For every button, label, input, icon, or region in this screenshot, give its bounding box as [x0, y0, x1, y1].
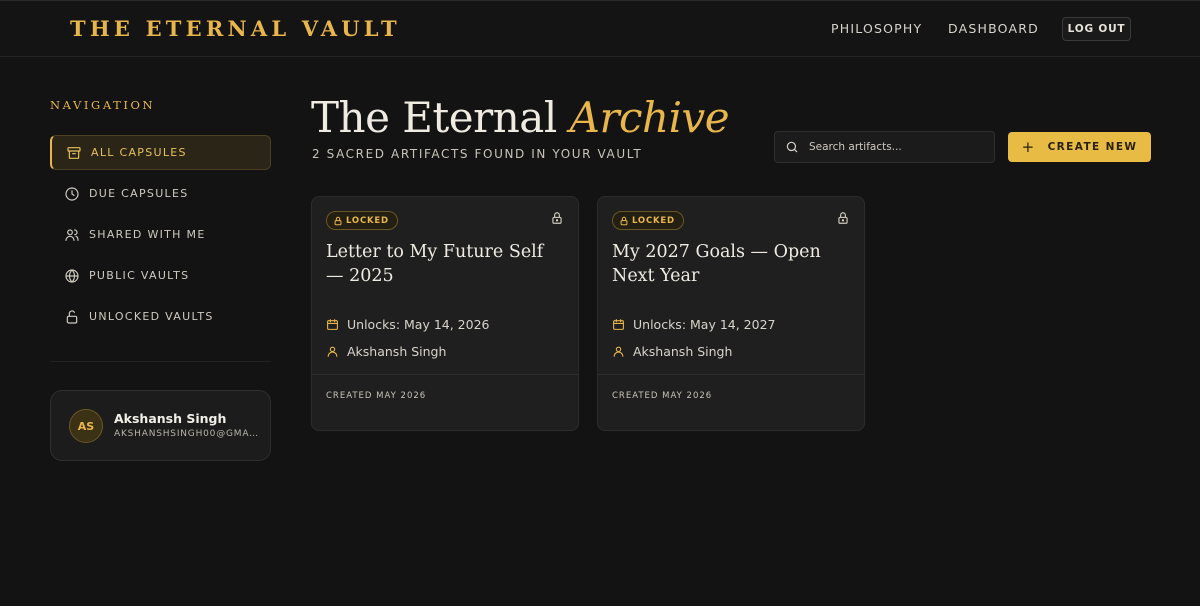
lock-icon: [620, 216, 628, 225]
unlock-icon: [64, 309, 80, 325]
status-badge-label: LOCKED: [632, 215, 675, 226]
lock-icon: [838, 212, 848, 224]
card-author-name: Akshansh Singh: [347, 344, 447, 359]
unlock-date-text: Unlocks: May 14, 2026: [347, 317, 490, 332]
sidebar-divider: [50, 361, 271, 362]
status-badge: LOCKED: [612, 211, 684, 230]
sidebar-heading: NAVIGATION: [50, 98, 156, 112]
card-divider: [312, 374, 578, 375]
user-profile-card[interactable]: AS Akshansh Singh AKSHANSHSINGH00@GMA...: [50, 390, 271, 461]
create-new-button[interactable]: + CREATE NEW: [1008, 132, 1151, 162]
unlock-date: Unlocks: May 14, 2026: [326, 317, 489, 332]
create-new-label: CREATE NEW: [1047, 141, 1138, 153]
capsule-card[interactable]: LOCKED My 2027 Goals — Open Next Year Un…: [597, 196, 865, 431]
sidebar-item-all-capsules[interactable]: ALL CAPSULES: [50, 135, 271, 170]
logout-button[interactable]: LOG OUT: [1062, 17, 1131, 41]
card-author: Akshansh Singh: [326, 344, 446, 359]
sidebar-item-label: SHARED WITH ME: [89, 228, 206, 241]
sidebar-item-public-vaults[interactable]: PUBLIC VAULTS: [50, 258, 271, 293]
plus-icon: +: [1021, 138, 1036, 156]
search-box[interactable]: [774, 131, 995, 163]
capsule-card[interactable]: LOCKED Letter to My Future Self — 2025 U…: [311, 196, 579, 431]
status-badge: LOCKED: [326, 211, 398, 230]
brand-logo[interactable]: THE ETERNAL VAULT: [70, 16, 401, 41]
user-email: AKSHANSHSINGH00@GMA...: [114, 429, 259, 439]
search-icon: [786, 141, 798, 153]
user-name: Akshansh Singh: [114, 411, 227, 426]
globe-icon: [64, 268, 80, 284]
page-subtitle: 2 SACRED ARTIFACTS FOUND IN YOUR VAULT: [312, 147, 643, 161]
card-created: CREATED MAY 2026: [612, 391, 713, 401]
status-badge-label: LOCKED: [346, 215, 389, 226]
card-author: Akshansh Singh: [612, 344, 732, 359]
card-author-name: Akshansh Singh: [633, 344, 733, 359]
card-title: Letter to My Future Self — 2025: [326, 242, 544, 286]
sidebar-item-label: PUBLIC VAULTS: [89, 269, 190, 282]
page-title-plain: The Eternal: [311, 93, 557, 142]
avatar: AS: [69, 409, 103, 443]
card-title: My 2027 Goals — Open Next Year: [612, 242, 821, 286]
calendar-icon: [327, 319, 338, 330]
nav-philosophy[interactable]: PHILOSOPHY: [831, 21, 922, 36]
sidebar-item-label: UNLOCKED VAULTS: [89, 310, 214, 323]
card-divider: [598, 374, 864, 375]
user-icon: [327, 346, 338, 357]
top-navbar: THE ETERNAL VAULT PHILOSOPHY DASHBOARD L…: [0, 0, 1200, 57]
user-icon: [613, 346, 624, 357]
page-title-accent: Archive: [569, 93, 730, 142]
sidebar-item-label: ALL CAPSULES: [91, 146, 187, 159]
unlock-date-text: Unlocks: May 14, 2027: [633, 317, 776, 332]
sidebar-item-label: DUE CAPSULES: [89, 187, 189, 200]
card-created: CREATED MAY 2026: [326, 391, 427, 401]
archive-icon: [66, 145, 82, 161]
calendar-icon: [613, 319, 624, 330]
lock-icon: [334, 216, 342, 225]
search-input[interactable]: [809, 141, 979, 153]
sidebar-item-shared-with-me[interactable]: SHARED WITH ME: [50, 217, 271, 252]
sidebar-item-due-capsules[interactable]: DUE CAPSULES: [50, 176, 271, 211]
unlock-date: Unlocks: May 14, 2027: [612, 317, 775, 332]
lock-icon: [552, 212, 562, 224]
page-title: The Eternal Archive: [311, 93, 730, 142]
nav-dashboard[interactable]: DASHBOARD: [948, 21, 1039, 36]
clock-icon: [64, 186, 80, 202]
users-icon: [64, 227, 80, 243]
sidebar-item-unlocked-vaults[interactable]: UNLOCKED VAULTS: [50, 299, 271, 334]
